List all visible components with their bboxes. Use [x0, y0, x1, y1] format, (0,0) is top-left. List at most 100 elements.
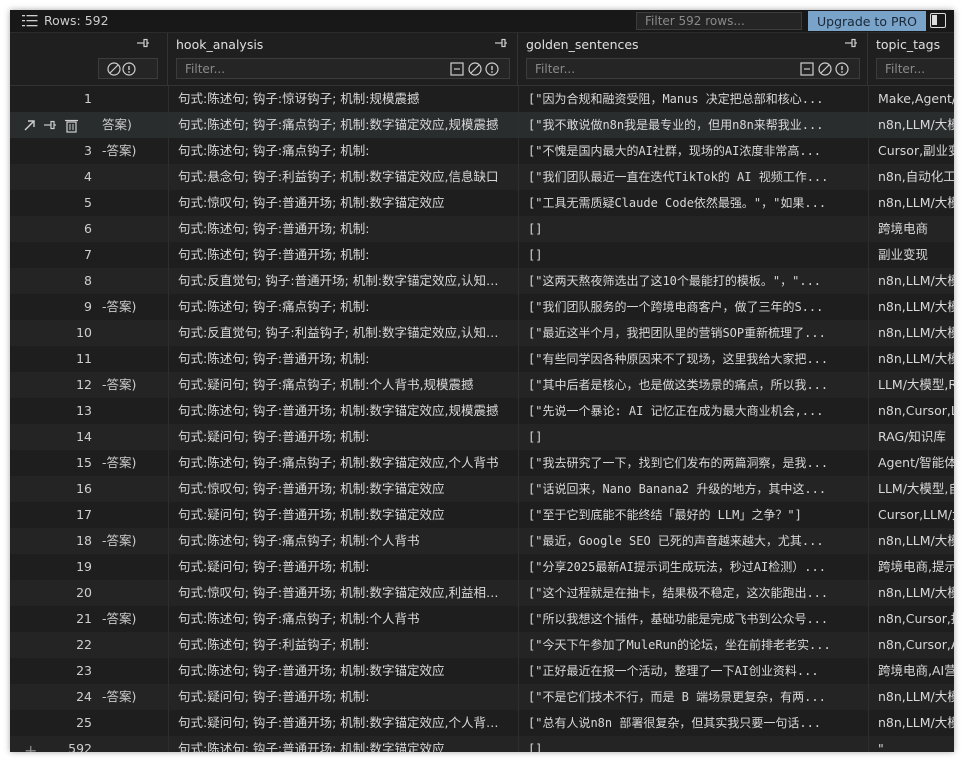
cell-hook-analysis[interactable]: 句式:陈述句; 钩子:普通开场; 机制:数字锚定效应,规模震撼 [168, 398, 504, 424]
row-number[interactable]: 17 [10, 502, 98, 528]
filter-rows-input[interactable] [636, 12, 802, 30]
column-title-golden-sentences[interactable]: golden_sentences [526, 37, 639, 52]
cell-prev-column[interactable] [102, 268, 158, 294]
cell-hook-analysis[interactable]: 句式:疑问句; 钩子:普通开场; 机制: [168, 684, 504, 710]
cell-prev-column[interactable] [102, 398, 158, 424]
cell-prev-column[interactable] [102, 632, 158, 658]
cell-topic-tags[interactable]: 跨境电商,AI营销 [868, 658, 954, 684]
cell-hook-analysis[interactable]: 句式:陈述句; 钩子:痛点钩子; 机制:数字锚定效应,规模震撼 [168, 112, 504, 138]
cell-golden-sentences[interactable]: ["我们团队服务的一个跨境电商客户，做了三年的S... [518, 294, 854, 320]
cell-hook-analysis[interactable]: 句式:惊叹句; 钩子:普通开场; 机制:数字锚定效应,利益相关... [168, 580, 504, 606]
row-number[interactable]: 21 [10, 606, 98, 632]
table-row[interactable]: 7 句式:陈述句; 钩子:普通开场; 机制: [] 副业变现 [10, 242, 954, 268]
cell-golden-sentences[interactable]: ["这个过程就是在抽卡，结果极不稳定，这次能跑出... [518, 580, 854, 606]
table-row[interactable]: 6 句式:陈述句; 钩子:普通开场; 机制: [] 跨境电商 [10, 216, 954, 242]
cell-topic-tags[interactable]: 跨境电商,提示词 [868, 554, 954, 580]
cell-hook-analysis[interactable]: 句式:惊叹句; 钩子:普通开场; 机制:数字锚定效应 [168, 476, 504, 502]
table-row[interactable]: 19 句式:疑问句; 钩子:普通开场; 机制: ["分享2025最新AI提示词生成玩… [10, 554, 954, 580]
filter-topic-tags-input[interactable] [876, 58, 954, 79]
table-row[interactable]: 18 -答案) 句式:陈述句; 钩子:痛点钩子; 机制:个人背书 ["最近，Googl… [10, 528, 954, 554]
cell-prev-column[interactable] [102, 190, 158, 216]
table-row[interactable]: 10 句式:反直觉句; 钩子:利益钩子; 机制:数字锚定效应,认知冲... ["最近… [10, 320, 954, 346]
cell-prev-column[interactable] [102, 216, 158, 242]
add-icon[interactable]: + [24, 741, 37, 752]
cell-golden-sentences[interactable]: ["先说一个暴论: AI 记忆正在成为最大商业机会,... [518, 398, 854, 424]
cell-hook-analysis[interactable]: 句式:陈述句; 钩子:痛点钩子; 机制:个人背书 [168, 528, 504, 554]
cell-hook-analysis[interactable]: 句式:陈述句; 钩子:痛点钩子; 机制: [168, 294, 504, 320]
cell-prev-column[interactable] [102, 320, 158, 346]
row-number[interactable]: 16 [10, 476, 98, 502]
cell-golden-sentences[interactable]: ["不愧是国内最大的AI社群，现场的AI浓度非常高... [518, 138, 854, 164]
cell-topic-tags[interactable]: n8n,Cursor,提效 [868, 606, 954, 632]
cell-golden-sentences[interactable]: ["所以我想这个插件，基础功能是完成飞书到公众号... [518, 606, 854, 632]
cell-prev-column[interactable]: -答案) [102, 294, 158, 320]
cell-hook-analysis[interactable]: 句式:反直觉句; 钩子:普通开场; 机制:数字锚定效应,认知冲... [168, 268, 504, 294]
cell-topic-tags[interactable]: Cursor,LLM/大 [868, 502, 954, 528]
cell-prev-column[interactable] [102, 424, 158, 450]
cell-golden-sentences[interactable]: ["正好最近在报一个活动，整理了一下AI创业资料... [518, 658, 854, 684]
cell-golden-sentences[interactable]: ["总有人说n8n 部署很复杂，但其实我只要一句话... [518, 710, 854, 736]
row-number[interactable]: 10 [10, 320, 98, 346]
cell-hook-analysis[interactable]: 句式:陈述句; 钩子:普通开场; 机制: [168, 242, 504, 268]
unpin-icon[interactable] [844, 37, 858, 49]
cell-golden-sentences[interactable]: ["至于它到底能不能终结「最好的 LLM」之争？"] [518, 502, 854, 528]
cell-topic-tags[interactable]: n8n,LLM/大模型 [868, 346, 954, 372]
row-number[interactable]: 22 [10, 632, 98, 658]
cell-hook-analysis[interactable]: 句式:陈述句; 钩子:利益钩子; 机制: [168, 632, 504, 658]
cell-topic-tags[interactable]: LLM/大模型,RA [868, 372, 954, 398]
cell-prev-column[interactable]: -答案) [102, 684, 158, 710]
cell-hook-analysis[interactable]: 句式:悬念句; 钩子:利益钩子; 机制:数字锚定效应,信息缺口 [168, 164, 504, 190]
row-number[interactable]: 1 [10, 86, 98, 112]
cell-topic-tags[interactable]: n8n,LLM/大模型 [868, 684, 954, 710]
cell-topic-tags[interactable]: n8n,LLM/大模型 [868, 112, 954, 138]
table-row[interactable]: 8 句式:反直觉句; 钩子:普通开场; 机制:数字锚定效应,认知冲... ["这两天… [10, 268, 954, 294]
table-row[interactable]: 592 句式:陈述句; 钩子:普通开场; 机制:数字锚定效应[] " [10, 736, 954, 752]
row-number[interactable]: 24 [10, 684, 98, 710]
table-row[interactable]: 17 句式:疑问句; 钩子:普通开场; 机制:数字锚定效应 ["至于它到底能不能终结… [10, 502, 954, 528]
cell-topic-tags[interactable]: 跨境电商 [868, 216, 954, 242]
cell-topic-tags[interactable]: LLM/大模型,自 [868, 476, 954, 502]
cell-topic-tags[interactable]: n8n,Cursor,Age [868, 632, 954, 658]
cell-topic-tags[interactable]: RAG/知识库 [868, 424, 954, 450]
upgrade-button[interactable]: Upgrade to PRO [808, 11, 926, 31]
cell-golden-sentences[interactable]: ["我去研究了一下，找到它们发布的两篇洞察，是我... [518, 450, 854, 476]
cell-prev-column[interactable] [102, 554, 158, 580]
cell-topic-tags[interactable]: n8n,LLM/大模型 [868, 268, 954, 294]
cell-topic-tags[interactable]: n8n,LLM/大模型 [868, 320, 954, 346]
cell-golden-sentences[interactable]: ["今天下午参加了MuleRun的论坛，坐在前排老老实... [518, 632, 854, 658]
row-number[interactable]: 18 [10, 528, 98, 554]
row-number[interactable]: 9 [10, 294, 98, 320]
table-row[interactable]: 25 句式:疑问句; 钩子:普通开场; 机制:数字锚定效应,个人背书... ["总有… [10, 710, 954, 736]
cell-golden-sentences[interactable]: ["这两天熬夜筛选出了这10个最能打的模板。"，"... [518, 268, 854, 294]
cell-topic-tags[interactable]: n8n,自动化工作 [868, 164, 954, 190]
cell-prev-column[interactable] [102, 164, 158, 190]
column-title-hook-analysis[interactable]: hook_analysis [176, 37, 263, 52]
row-number[interactable]: 13 [10, 398, 98, 424]
cell-golden-sentences[interactable]: ["分享2025最新AI提示词生成玩法，秒过AI检测）... [518, 554, 854, 580]
cell-hook-analysis[interactable]: 句式:疑问句; 钩子:痛点钩子; 机制:个人背书,规模震撼 [168, 372, 504, 398]
row-number[interactable]: 14 [10, 424, 98, 450]
cell-hook-analysis[interactable]: 句式:陈述句; 钩子:痛点钩子; 机制:个人背书 [168, 606, 504, 632]
row-number[interactable]: 5 [10, 190, 98, 216]
row-number[interactable]: 15 [10, 450, 98, 476]
cell-golden-sentences[interactable]: [] [518, 216, 854, 242]
table-row[interactable]: 4 句式:悬念句; 钩子:利益钩子; 机制:数字锚定效应,信息缺口 ["我们团队最近… [10, 164, 954, 190]
cell-hook-analysis[interactable]: 句式:反直觉句; 钩子:利益钩子; 机制:数字锚定效应,认知冲... [168, 320, 504, 346]
cell-prev-column[interactable]: -答案) [102, 450, 158, 476]
cell-hook-analysis[interactable]: 句式:疑问句; 钩子:普通开场; 机制: [168, 424, 504, 450]
cell-hook-analysis[interactable]: 句式:陈述句; 钩子:普通开场; 机制:数字锚定效应 [168, 736, 504, 752]
table-row[interactable]: 16 句式:惊叹句; 钩子:普通开场; 机制:数字锚定效应 ["话说回来，Nano … [10, 476, 954, 502]
cell-topic-tags[interactable]: n8n,LLM/大模型 [868, 294, 954, 320]
cell-topic-tags[interactable]: n8n,LLM/大模型 [868, 528, 954, 554]
cell-topic-tags[interactable]: Cursor,副业变现 [868, 138, 954, 164]
table-row[interactable]: 9 -答案) 句式:陈述句; 钩子:痛点钩子; 机制: ["我们团队服务的一个跨境电商… [10, 294, 954, 320]
cell-prev-column[interactable] [102, 242, 158, 268]
row-number[interactable]: 12 [10, 372, 98, 398]
row-number[interactable]: 6 [10, 216, 98, 242]
table-row[interactable]: 5 句式:惊叹句; 钩子:普通开场; 机制:数字锚定效应 ["工具无需质疑Claud… [10, 190, 954, 216]
cell-golden-sentences[interactable]: ["其中后者是核心，也是做这类场景的痛点，所以我... [518, 372, 854, 398]
cell-golden-sentences[interactable]: ["因为合规和融资受阻，Manus 决定把总部和核心... [518, 86, 854, 112]
filter-prev-input[interactable] [98, 58, 158, 79]
cell-golden-sentences[interactable]: ["我不敢说做n8n我是最专业的，但用n8n来帮我业... [518, 112, 854, 138]
unpin-icon[interactable] [136, 37, 150, 49]
